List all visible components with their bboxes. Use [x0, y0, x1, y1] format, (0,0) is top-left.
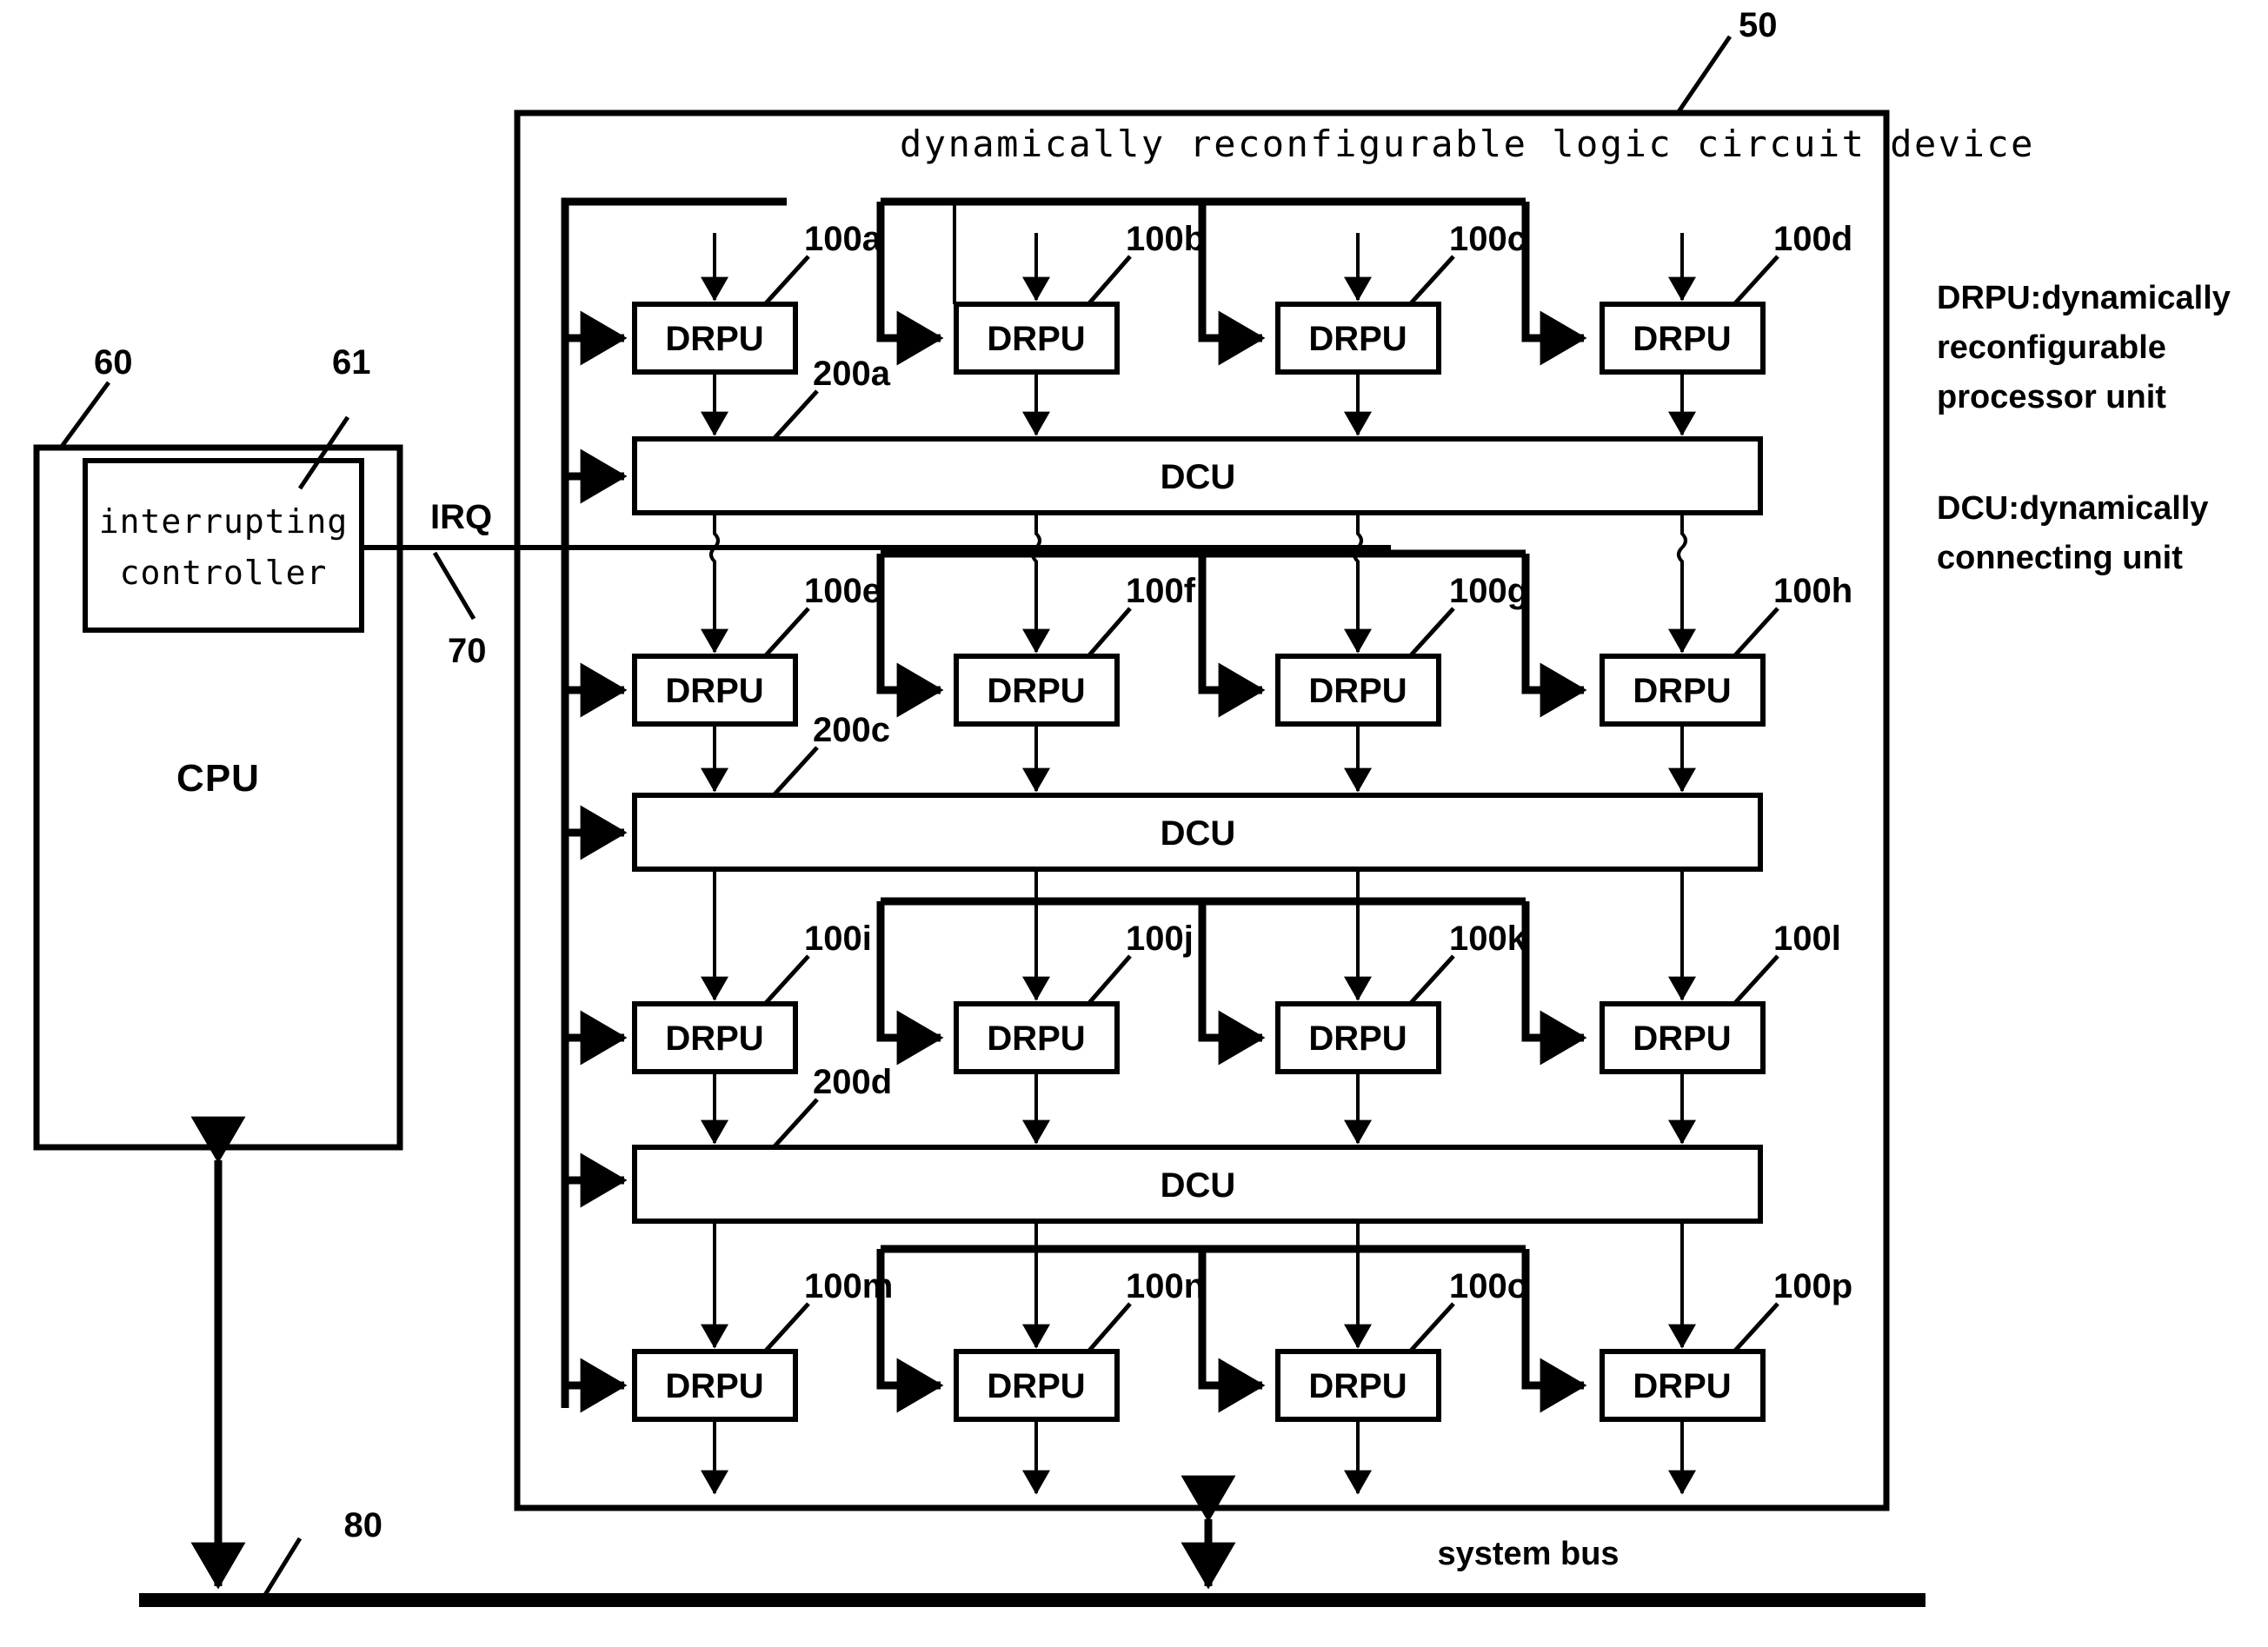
- legend-dcu-line2: connecting unit: [1937, 540, 2183, 576]
- ref-label-100c: 100c: [1449, 220, 1526, 258]
- drpu-label-100n: DRPU: [987, 1367, 1085, 1405]
- drpu-label-100d: DRPU: [1633, 320, 1731, 358]
- ref-label-100n: 100n: [1126, 1267, 1205, 1305]
- interrupting-controller-outline: [83, 458, 364, 633]
- ref-label-200d: 200d: [813, 1063, 892, 1101]
- drpu-label-100j: DRPU: [987, 1019, 1085, 1058]
- irq-label: IRQ: [430, 498, 492, 536]
- dcu-label-200d: DCU: [1161, 1166, 1236, 1205]
- ref-label-100l: 100l: [1773, 920, 1841, 958]
- interrupting-controller-line2: controller: [120, 554, 328, 592]
- cpu-label: CPU: [176, 757, 260, 800]
- ref-label-100f: 100f: [1126, 572, 1196, 610]
- legend-drpu-line3: processor unit: [1937, 379, 2166, 415]
- ref-label-100o: 100o: [1449, 1267, 1528, 1305]
- drpu-label-100p: DRPU: [1633, 1367, 1731, 1405]
- ref-label-100h: 100h: [1773, 572, 1852, 610]
- leader-80: [258, 1537, 303, 1604]
- drpu-label-100c: DRPU: [1308, 320, 1407, 358]
- figure-canvas: 50 dynamically reconfigurable logic circ…: [0, 0, 2268, 1647]
- ref-label-100k: 100k: [1449, 920, 1527, 958]
- leader-60: [58, 381, 111, 449]
- ref-label-200c: 200c: [813, 711, 890, 749]
- drpu-label-100m: DRPU: [665, 1367, 763, 1405]
- ref-label-100d: 100d: [1773, 220, 1852, 258]
- ref-label-61: 61: [332, 343, 371, 382]
- drpu-label-100a: DRPU: [665, 320, 763, 358]
- drpu-label-100f: DRPU: [987, 672, 1085, 710]
- ref-label-100m: 100m: [804, 1267, 893, 1305]
- drpu-label-100b: DRPU: [987, 320, 1085, 358]
- block-diagram: 50 dynamically reconfigurable logic circ…: [33, 6, 2231, 1607]
- interrupting-controller-line1: interrupting: [99, 502, 349, 541]
- ref-label-100a: 100a: [804, 220, 882, 258]
- legend-key-dcu: DCU:dynamically: [1937, 490, 2209, 527]
- drpu-label-100e: DRPU: [665, 672, 763, 710]
- drpu-label-100i: DRPU: [665, 1019, 763, 1058]
- leader-70: [432, 551, 476, 621]
- leader-50: [1675, 35, 1733, 115]
- ref-label-200a: 200a: [813, 355, 891, 393]
- drpu-label-100g: DRPU: [1308, 672, 1407, 710]
- ref-label-80: 80: [344, 1506, 383, 1544]
- ref-label-100e: 100e: [804, 572, 881, 610]
- legend-key-drpu: DRPU:dynamically: [1937, 280, 2231, 316]
- legend: DRPU:dynamically reconfigurable processo…: [1937, 280, 2231, 576]
- ref-label-100g: 100g: [1449, 572, 1528, 610]
- ref-label-100p: 100p: [1773, 1267, 1852, 1305]
- drpu-label-100h: DRPU: [1633, 672, 1731, 710]
- ref-label-100i: 100i: [804, 920, 872, 958]
- dcu-label-200c: DCU: [1161, 814, 1236, 853]
- dcu-label-200a: DCU: [1161, 458, 1236, 496]
- drpu-label-100k: DRPU: [1308, 1019, 1407, 1058]
- ref-label-60: 60: [94, 343, 133, 382]
- ref-label-50: 50: [1739, 6, 1778, 44]
- drpu-label-100o: DRPU: [1308, 1367, 1407, 1405]
- system-bus-line: [139, 1593, 1925, 1607]
- legend-drpu-line2: reconfigurable: [1937, 329, 2166, 366]
- ref-label-100j: 100j: [1126, 920, 1194, 958]
- ref-label-70: 70: [448, 632, 487, 670]
- drpu-label-100l: DRPU: [1633, 1019, 1731, 1058]
- system-bus-label: system bus: [1437, 1536, 1619, 1572]
- device-title: dynamically reconfigurable logic circuit…: [900, 123, 2035, 165]
- ref-label-100b: 100b: [1126, 220, 1205, 258]
